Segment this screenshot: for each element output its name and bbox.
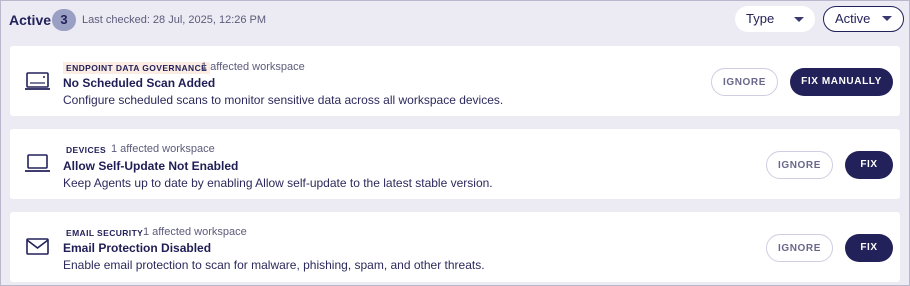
issue-description: Configure scheduled scans to monitor sen… [63,93,504,107]
affected-count: 1 affected workspace [143,226,247,238]
status-filter-dropdown[interactable]: Active [823,6,904,32]
section-title: Active [9,12,52,28]
ignore-button[interactable]: IGNORE [766,234,833,262]
category-tag: DEVICES [66,145,107,155]
ignore-button[interactable]: IGNORE [766,151,833,179]
last-checked-text: Last checked: 28 Jul, 2025, 12:26 PM [82,14,267,26]
issue-card-self-update: DEVICES 1 affected workspace Allow Self-… [10,129,900,199]
issue-card-scheduled-scan: ENDPOINT DATA GOVERNANCE 1 affected work… [10,46,900,116]
category-tag: ENDPOINT DATA GOVERNANCE [63,62,211,74]
issue-title: No Scheduled Scan Added [63,76,216,90]
issue-title: Allow Self-Update Not Enabled [63,159,239,173]
affected-count: 1 affected workspace [111,143,215,155]
count-badge: 3 [52,9,76,31]
hard-drive-icon [24,70,52,92]
envelope-icon [24,236,52,258]
type-filter-label: Type [746,11,775,26]
affected-count: 1 affected workspace [201,61,305,73]
fix-button[interactable]: FIX [845,234,893,262]
type-filter-dropdown[interactable]: Type [735,6,815,32]
issues-header: Active 3 Last checked: 28 Jul, 2025, 12:… [1,1,909,39]
status-filter-label: Active [835,11,871,26]
issue-card-email-protection: EMAIL SECURITY 1 affected workspace Emai… [10,212,900,282]
laptop-icon [24,153,52,175]
caret-down-icon [794,17,804,22]
caret-down-icon [882,16,892,21]
issue-description: Keep Agents up to date by enabling Allow… [63,176,493,190]
fix-button[interactable]: FIX [845,151,893,179]
category-tag: EMAIL SECURITY [66,228,144,238]
fix-manually-button[interactable]: FIX MANUALLY [790,68,893,96]
issue-description: Enable email protection to scan for malw… [63,258,485,272]
issue-title: Email Protection Disabled [63,241,212,255]
issues-panel: Active 3 Last checked: 28 Jul, 2025, 12:… [0,0,910,286]
ignore-button[interactable]: IGNORE [711,68,778,96]
